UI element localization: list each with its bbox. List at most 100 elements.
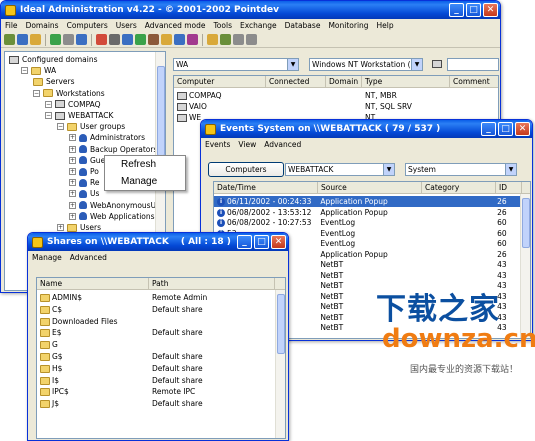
search-field[interactable] xyxy=(447,58,499,71)
table-row[interactable]: i 06/11/2002 - 00:24:33 Application Popup 2… xyxy=(214,196,520,207)
toolbar-tool-icon[interactable] xyxy=(76,34,87,45)
menu-item-advanced-mode[interactable]: Advanced mode xyxy=(145,21,206,30)
menu-item-events[interactable]: Events xyxy=(205,140,230,149)
table-row[interactable]: i 06/08/2002 - 13:53:12 Application Popup 2… xyxy=(214,207,520,218)
menu-item-computers[interactable]: Computers xyxy=(67,21,108,30)
close-button[interactable]: ✕ xyxy=(483,3,498,17)
tree-node[interactable]: − WEBATTACK xyxy=(45,110,113,121)
menu-item-domains[interactable]: Domains xyxy=(26,21,59,30)
table-row[interactable]: IPC$ Remote IPC xyxy=(37,386,275,397)
column-header-name[interactable]: Name xyxy=(37,278,149,289)
column-header-id[interactable]: ID xyxy=(496,182,522,193)
shares-scrollbar[interactable] xyxy=(275,290,285,438)
expand-toggle-icon[interactable]: + xyxy=(69,145,76,153)
column-header-comment[interactable]: Comment xyxy=(450,76,498,87)
computers-button[interactable]: Computers xyxy=(208,162,284,177)
toolbar-tool-icon[interactable] xyxy=(174,34,185,45)
toolbar-tool-icon[interactable] xyxy=(233,34,244,45)
refresh-computers-icon[interactable] xyxy=(432,60,442,68)
column-header-category[interactable]: Category xyxy=(422,182,496,193)
expand-toggle-icon[interactable]: − xyxy=(21,67,28,75)
toolbar-tool-icon[interactable] xyxy=(161,34,172,45)
tree-node[interactable]: − WA xyxy=(21,65,56,76)
expand-toggle-icon[interactable]: − xyxy=(45,100,52,108)
tree-node[interactable]: − COMPAQ xyxy=(45,99,101,110)
tree-node[interactable]: + Us xyxy=(69,188,99,199)
maximize-button[interactable]: □ xyxy=(254,235,269,249)
table-row[interactable]: H$ Default share xyxy=(37,363,275,374)
toolbar-tool-icon[interactable] xyxy=(50,34,61,45)
domain-combo[interactable]: WA ▼ xyxy=(173,58,299,71)
maximize-button[interactable]: □ xyxy=(498,122,513,136)
close-button[interactable]: ✕ xyxy=(515,122,530,136)
toolbar-tool-icon[interactable] xyxy=(207,34,218,45)
menu-item-manage[interactable]: Manage xyxy=(32,253,62,262)
table-row[interactable]: J$ Default share xyxy=(37,398,275,409)
menu-item-advanced[interactable]: Advanced xyxy=(264,140,301,149)
toolbar-tool-icon[interactable] xyxy=(30,34,41,45)
minimize-button[interactable]: _ xyxy=(481,122,496,136)
table-row[interactable]: VAIO NT, SQL SRV xyxy=(174,101,450,112)
expand-toggle-icon[interactable]: + xyxy=(57,224,64,231)
menu-item-database[interactable]: Database xyxy=(285,21,321,30)
menu-item-help[interactable]: Help xyxy=(377,21,394,30)
toolbar-tool-icon[interactable] xyxy=(109,34,120,45)
expand-toggle-icon[interactable]: − xyxy=(57,123,64,131)
table-row[interactable]: G$ Default share xyxy=(37,351,275,362)
menu-item-file[interactable]: File xyxy=(5,21,18,30)
expand-toggle-icon[interactable]: + xyxy=(69,212,76,220)
tree-node[interactable]: + Administrators xyxy=(69,132,145,143)
toolbar-tool-icon[interactable] xyxy=(17,34,28,45)
expand-toggle-icon[interactable]: + xyxy=(69,168,76,175)
column-header-date-time[interactable]: Date/Time xyxy=(214,182,318,193)
computer-combo[interactable]: WEBATTACK ▼ xyxy=(285,163,395,176)
tree-node[interactable]: + Re xyxy=(69,177,100,188)
table-row[interactable]: C$ Default share xyxy=(37,304,275,315)
manage-menu-item[interactable]: Manage xyxy=(105,173,185,190)
tree-node[interactable]: − User groups xyxy=(57,121,125,132)
table-row[interactable]: ADMIN$ Remote Admin xyxy=(37,292,275,303)
tree-node[interactable]: Configured domains xyxy=(9,54,98,65)
toolbar-tool-icon[interactable] xyxy=(4,34,15,45)
minimize-button[interactable]: _ xyxy=(237,235,252,249)
expand-toggle-icon[interactable]: + xyxy=(69,190,76,198)
expand-toggle-icon[interactable]: + xyxy=(69,156,76,164)
toolbar-tool-icon[interactable] xyxy=(96,34,107,45)
column-header-type[interactable]: Type xyxy=(362,76,450,87)
expand-toggle-icon[interactable]: + xyxy=(69,134,76,142)
tree-node[interactable]: + Backup Operators xyxy=(69,144,157,155)
os-filter-combo[interactable]: Windows NT Workstation (3) ▼ xyxy=(309,58,423,71)
toolbar-tool-icon[interactable] xyxy=(135,34,146,45)
toolbar-tool-icon[interactable] xyxy=(148,34,159,45)
toolbar-tool-icon[interactable] xyxy=(220,34,231,45)
expand-toggle-icon[interactable]: − xyxy=(33,89,40,97)
minimize-button[interactable]: _ xyxy=(449,3,464,17)
events-titlebar[interactable]: Events System on \\WEBATTACK ( 79 / 537 … xyxy=(201,120,532,138)
column-header-domain[interactable]: Domain xyxy=(326,76,362,87)
tree-node[interactable]: Servers xyxy=(33,76,75,87)
shares-titlebar[interactable]: Shares on \\WEBATTACK ( All : 18 ) _ □ ✕ xyxy=(28,233,288,251)
menu-item-advanced[interactable]: Advanced xyxy=(70,253,107,262)
table-row[interactable]: Downloaded Files xyxy=(37,316,275,327)
toolbar-tool-icon[interactable] xyxy=(63,34,74,45)
column-header-path[interactable]: Path xyxy=(149,278,275,289)
close-button[interactable]: ✕ xyxy=(271,235,286,249)
table-row[interactable]: i 06/08/2002 - 10:27:53 EventLog 60 xyxy=(214,217,520,228)
table-row[interactable]: G xyxy=(37,339,275,350)
menu-item-exchange[interactable]: Exchange xyxy=(240,21,277,30)
toolbar-tool-icon[interactable] xyxy=(122,34,133,45)
toolbar-tool-icon[interactable] xyxy=(187,34,198,45)
expand-toggle-icon[interactable]: + xyxy=(69,201,76,209)
tree-node[interactable]: + Web Applications xyxy=(69,211,155,222)
tree-node[interactable]: + WebAnonymousUs xyxy=(69,200,160,211)
maximize-button[interactable]: □ xyxy=(466,3,481,17)
menu-item-monitoring[interactable]: Monitoring xyxy=(328,21,368,30)
table-row[interactable]: I$ Default share xyxy=(37,375,275,386)
menu-item-tools[interactable]: Tools xyxy=(214,21,232,30)
shares-list[interactable]: Name Path ADMIN$ Remote Admin C$ Default sha… xyxy=(36,277,286,439)
main-titlebar[interactable]: Ideal Administration v4.22 - © 2001-2002… xyxy=(1,1,500,19)
menu-item-view[interactable]: View xyxy=(238,140,256,149)
log-combo[interactable]: System ▼ xyxy=(405,163,517,176)
events-scrollbar[interactable] xyxy=(520,194,530,338)
table-row[interactable]: COMPAQ NT, MBR xyxy=(174,90,450,101)
